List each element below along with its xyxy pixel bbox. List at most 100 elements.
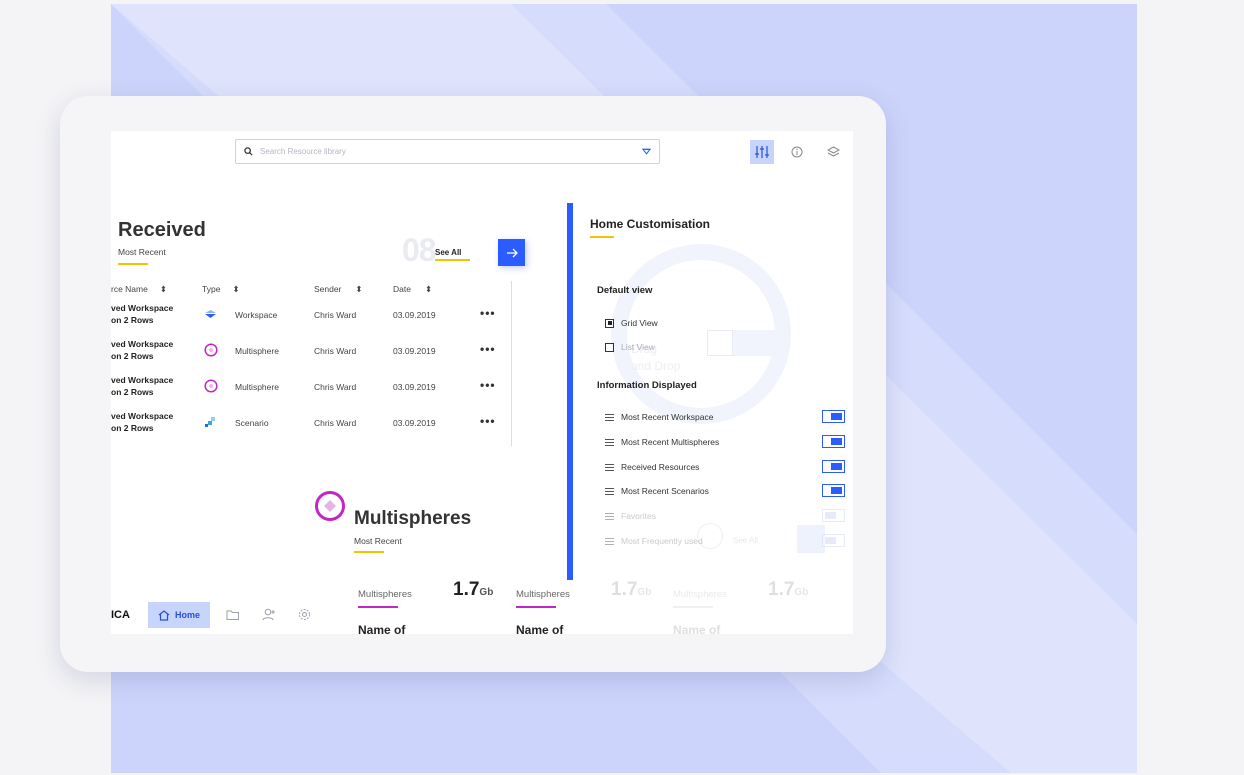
info-item-toggle[interactable] [822,534,845,547]
info-item-label: Received Resources [621,462,700,472]
row-more-icon[interactable]: ••• [480,306,496,320]
table-row[interactable]: ved Workspace on 2 Rows Multisphere Chris… [111,337,506,367]
sort-icon[interactable]: ⬍ [232,284,239,294]
row-date: 03.09.2019 [393,310,436,320]
sort-icon[interactable]: ⬍ [355,284,362,294]
row-name: ved Workspace on 2 Rows [111,375,174,397]
drag-handle-icon[interactable] [605,464,614,471]
card-underline [673,606,713,608]
info-item-toggle[interactable] [822,460,845,473]
col-header-date[interactable]: Date ⬍ [393,284,432,295]
row-sender: Chris Ward [314,310,357,320]
search-input[interactable] [258,143,618,160]
sort-icon[interactable]: ⬍ [425,284,432,294]
row-date: 03.09.2019 [393,418,436,428]
info-item[interactable]: Most Frequently used [605,534,845,548]
background-button [733,330,785,356]
info-item-label: Most Frequently used [621,536,703,546]
multisphere-card[interactable]: Multispheres 1.7Gb Name of [358,579,506,634]
info-item-toggle[interactable] [822,435,845,448]
row-more-icon[interactable]: ••• [480,342,496,356]
filter-icon[interactable] [642,148,651,156]
card-label: Multispheres [358,589,412,600]
received-next-button[interactable] [498,239,525,266]
home-icon [158,609,170,621]
info-item-label: Most Recent Workspace [621,412,714,422]
table-row[interactable]: ved Workspace on 2 Rows Workspace Chris W… [111,301,506,331]
sort-icon[interactable]: ⬍ [160,284,167,294]
row-type: Workspace [235,310,278,320]
table-row[interactable]: ved Workspace on 2 Rows Multisphere Chris… [111,373,506,403]
drag-handle-icon[interactable] [605,414,614,421]
multisphere-logo-icon [315,491,345,521]
row-name: ved Workspace on 2 Rows [111,411,174,433]
received-see-all[interactable]: See All [435,248,461,257]
info-item[interactable]: Received Resources [605,460,845,474]
layers-icon[interactable] [821,140,845,164]
see-all-underline [435,259,470,261]
table-divider [511,281,512,446]
info-item[interactable]: Most Recent Multispheres [605,435,845,449]
workspace-icon [205,310,216,318]
search-icon [244,147,253,156]
col-header-sender[interactable]: Sender ⬍ [314,284,363,295]
received-underline [118,263,148,265]
info-item-toggle[interactable] [822,509,845,522]
col-header-type[interactable]: Type ⬍ [202,284,240,295]
row-more-icon[interactable]: ••• [480,414,496,428]
nav-home-label: Home [174,610,200,620]
multispheres-title: Multispheres [354,508,472,529]
customisation-underline [590,236,614,238]
drag-handle-icon[interactable] [605,513,614,520]
drag-handle-icon[interactable] [605,439,614,446]
row-name: ved Workspace on 2 Rows [111,303,174,325]
grid-view-checkbox[interactable] [605,318,614,328]
received-subtitle: Most Recent [118,247,166,257]
info-item[interactable]: Favorites [605,509,845,523]
multisphere-icon [204,379,218,393]
info-item-label: Favorites [621,511,656,521]
multispheres-underline [354,551,384,553]
info-item-label: Most Recent Scenarios [621,486,709,496]
list-view-option[interactable]: List View [605,342,655,352]
list-view-checkbox[interactable] [605,342,614,352]
info-item[interactable]: Most Recent Scenarios [605,484,845,498]
card-name: Name of [358,623,406,634]
app-screen: Received Most Recent 08 See All rce Name… [111,131,853,634]
row-type: Scenario [235,418,269,428]
card-label: Multispheres [516,589,570,600]
row-more-icon[interactable]: ••• [480,378,496,392]
grid-view-option[interactable]: Grid View [605,318,658,328]
multisphere-icon [204,343,218,357]
scenario-icon [205,417,215,427]
row-sender: Chris Ward [314,382,357,392]
settings-icon[interactable] [298,608,311,621]
row-date: 03.09.2019 [393,382,436,392]
card-underline [358,606,398,608]
row-date: 03.09.2019 [393,346,436,356]
customise-icon[interactable] [750,140,774,164]
received-title: Received [118,219,206,241]
nav-home-button[interactable]: Home [148,602,210,628]
grid-view-label: Grid View [621,318,658,328]
col-header-name[interactable]: rce Name ⬍ [111,284,167,295]
info-icon[interactable] [785,140,809,164]
panel-accent-bar [567,203,573,580]
drag-handle-icon[interactable] [605,488,614,495]
background-text: and Drop [631,359,681,373]
info-item-toggle[interactable] [822,410,845,423]
row-type: Multisphere [235,382,279,392]
received-count: 08 [402,232,437,268]
multispheres-subtitle: Most Recent [354,536,402,546]
drag-handle-icon[interactable] [605,538,614,545]
info-item[interactable]: Most Recent Workspace [605,410,845,424]
row-type: Multisphere [235,346,279,356]
card-name: Name of [516,623,564,634]
table-row[interactable]: ved Workspace on 2 Rows Scenario Chris Wa… [111,409,506,439]
info-item-toggle[interactable] [822,484,845,497]
row-sender: Chris Ward [314,346,357,356]
customisation-title: Home Customisation [590,217,711,231]
arrow-right-icon [506,248,518,257]
folder-icon[interactable] [226,609,240,621]
add-user-icon[interactable] [262,608,276,621]
